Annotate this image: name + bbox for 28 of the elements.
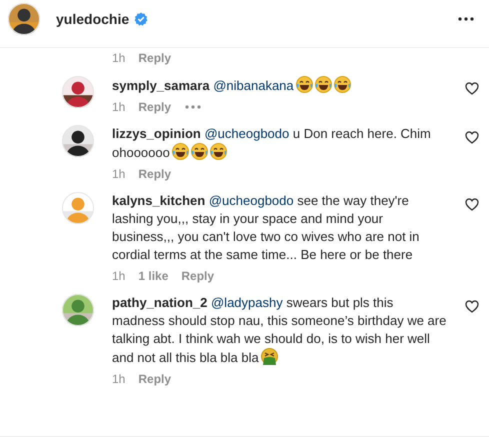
reply-button[interactable]: Reply (138, 372, 172, 386)
reply-button[interactable]: Reply (138, 51, 172, 65)
laughing-face-icon (314, 76, 332, 93)
username[interactable]: yuledochie (56, 11, 130, 27)
comment-time: 1h (112, 100, 126, 114)
comment-text: kalyns_kitchen @ucheogbodo see the way they're lashing you,,, stay in your space and mind your business,,, you can't love two co wives who are not in cordial terms at the same time... Be here or be there (112, 192, 420, 264)
reply-button[interactable]: Reply (138, 167, 172, 181)
likes-link[interactable]: 1 like (138, 269, 168, 283)
comment-time: 1h (112, 167, 126, 181)
laughing-face-icon (210, 143, 227, 160)
vomiting-face-icon (260, 348, 278, 365)
laughing-face-icon (190, 143, 208, 160)
comment-text: lizzys_opinion @ucheogbodo u Don reach here. Chim ohoooooo (112, 125, 432, 162)
heart-icon[interactable] (465, 82, 479, 95)
comment-time: 1h (112, 51, 126, 65)
comment-text: symply_samara @nibanakana (112, 76, 448, 95)
laughing-face-icon (296, 76, 313, 93)
comment-text: pathy_nation_2 @ladypashy swears but pls this madness should stop nau, this someone’s birthday we are talking abt. I think wah we should do, is to wish her well and not all this bla bla bla (112, 294, 448, 367)
comment-time: 1h (112, 372, 126, 386)
laughing-face-icon (334, 76, 351, 93)
reply-button[interactable]: Reply (181, 269, 214, 283)
heart-icon[interactable] (465, 198, 479, 211)
more-options-icon[interactable] (457, 16, 475, 22)
comment-time: 1h (112, 269, 126, 283)
reply-button[interactable]: Reply (138, 100, 172, 114)
laughing-face-icon (172, 143, 189, 160)
heart-icon[interactable] (465, 131, 479, 144)
heart-icon[interactable] (465, 300, 479, 313)
